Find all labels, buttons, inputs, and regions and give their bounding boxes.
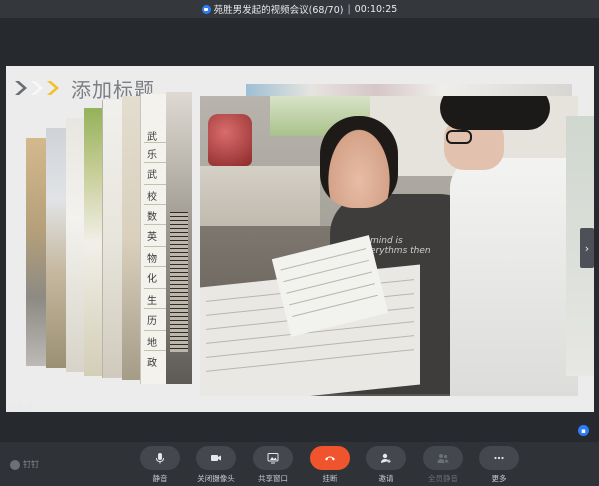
more-icon[interactable] [479, 446, 519, 470]
ledger-glyph: 乐 [147, 150, 157, 161]
microphone-icon[interactable] [140, 446, 180, 470]
brand-name: 钉钉 [23, 460, 39, 469]
mute-all-button[interactable]: 全员静音 [415, 446, 471, 484]
meeting-timer: 00:10:25 [354, 3, 398, 15]
ledger-glyph: 校 [147, 192, 157, 203]
meeting-title: 苑胜男发起的视频会议(68/70) [213, 5, 344, 16]
ledger-glyph: 历 [147, 316, 157, 327]
screen-share-icon[interactable] [253, 446, 293, 470]
main-photo: mind is erythms then [200, 96, 578, 396]
ledger-glyph: 地 [147, 338, 157, 349]
invite-label: 邀请 [378, 474, 394, 483]
photo-card [166, 92, 192, 384]
shared-screen[interactable]: 添加标题 武 乐 武 校 数 英 物 化 生 历 地 政 mind is ery… [6, 66, 594, 412]
ledger-glyph: 生 [147, 296, 157, 307]
ledger-glyph: 化 [147, 274, 157, 285]
meeting-toolbar: 钉钉 静音 关闭摄像头 共享窗口 挂断 邀请 全员静音 更多 [0, 442, 599, 486]
kettle-image [208, 114, 252, 166]
mute-all-icon[interactable] [423, 446, 463, 470]
ledger-glyph: 武 [147, 170, 157, 181]
teacher-figure [440, 96, 578, 396]
camera-icon[interactable] [196, 446, 236, 470]
ledger-glyph: 武 [147, 132, 157, 143]
more-label: 更多 [491, 474, 507, 483]
mute-all-label: 全员静音 [428, 474, 458, 483]
brand-logo: 钉钉 [10, 459, 39, 470]
chevron-yellow-icon [47, 81, 59, 95]
chevron-white-icon [31, 81, 43, 95]
camera-off-button[interactable]: 关闭摄像头 [188, 446, 244, 484]
shirt-print-2: erythms then [370, 246, 431, 256]
share-window-button[interactable]: 共享窗口 [245, 446, 301, 484]
more-button[interactable]: 更多 [471, 446, 527, 484]
shirt-print: mind is [370, 236, 403, 246]
share-window-label: 共享窗口 [258, 474, 288, 483]
hang-up-label: 挂断 [322, 474, 338, 483]
invite-button[interactable]: 邀请 [358, 446, 414, 484]
ledger-glyph: 数 [147, 212, 157, 223]
mute-button[interactable]: 静音 [132, 446, 188, 484]
ledger-glyph: 政 [147, 358, 157, 369]
dingtalk-logo-icon [10, 459, 20, 470]
lock-icon [201, 4, 211, 14]
participant-name: 张世龙 [8, 404, 34, 414]
invite-user-icon[interactable] [366, 446, 406, 470]
title-separator: | [347, 3, 351, 15]
next-page-arrow-icon[interactable]: › [580, 228, 594, 268]
ledger-glyph: 物 [147, 254, 157, 265]
hang-up-button[interactable]: 挂断 [302, 446, 358, 484]
camera-off-label: 关闭摄像头 [197, 474, 235, 483]
hang-up-icon[interactable] [310, 446, 350, 470]
mute-label: 静音 [152, 474, 168, 483]
chat-bubble-icon[interactable]: ▪ [578, 425, 589, 436]
ledger-glyph: 英 [147, 232, 157, 243]
chevron-gray-icon [15, 81, 27, 95]
window-title-bar: 苑胜男发起的视频会议(68/70) | 00:10:25 [0, 0, 599, 18]
video-stage: 添加标题 武 乐 武 校 数 英 物 化 生 历 地 政 mind is ery… [0, 18, 599, 442]
